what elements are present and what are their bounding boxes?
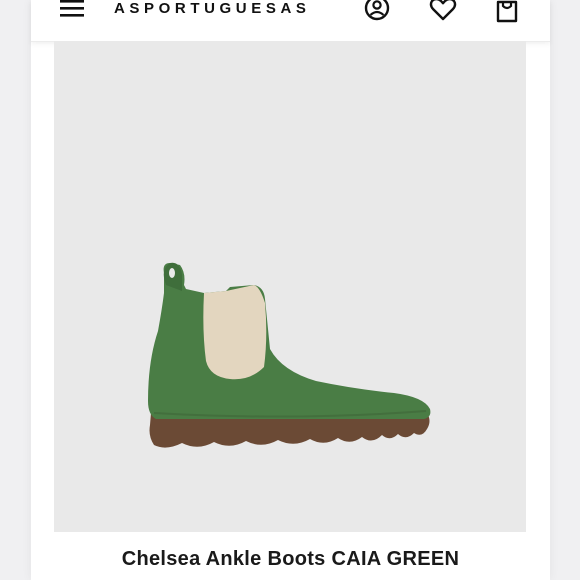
boot-elastic-panel [203,285,267,380]
product-title: Chelsea Ankle Boots CAIA GREEN [121,548,460,570]
site-logo[interactable]: ASPORTUGUESAS [114,0,311,18]
boot-body [148,263,431,419]
wishlist-button[interactable] [428,0,458,24]
product-image[interactable] [54,41,526,532]
page: ASPORTUGUESAS Chelsea Ankle Boots CAIA G… [31,0,550,580]
shopping-bag-icon [496,0,518,23]
heart-icon [429,0,457,21]
account-button[interactable] [362,0,392,24]
account-icon [364,0,390,21]
menu-button[interactable] [58,0,86,20]
boot-image [148,262,431,448]
hamburger-menu-icon [60,0,84,17]
cart-button[interactable] [492,0,522,24]
site-header: ASPORTUGUESAS [31,0,550,42]
